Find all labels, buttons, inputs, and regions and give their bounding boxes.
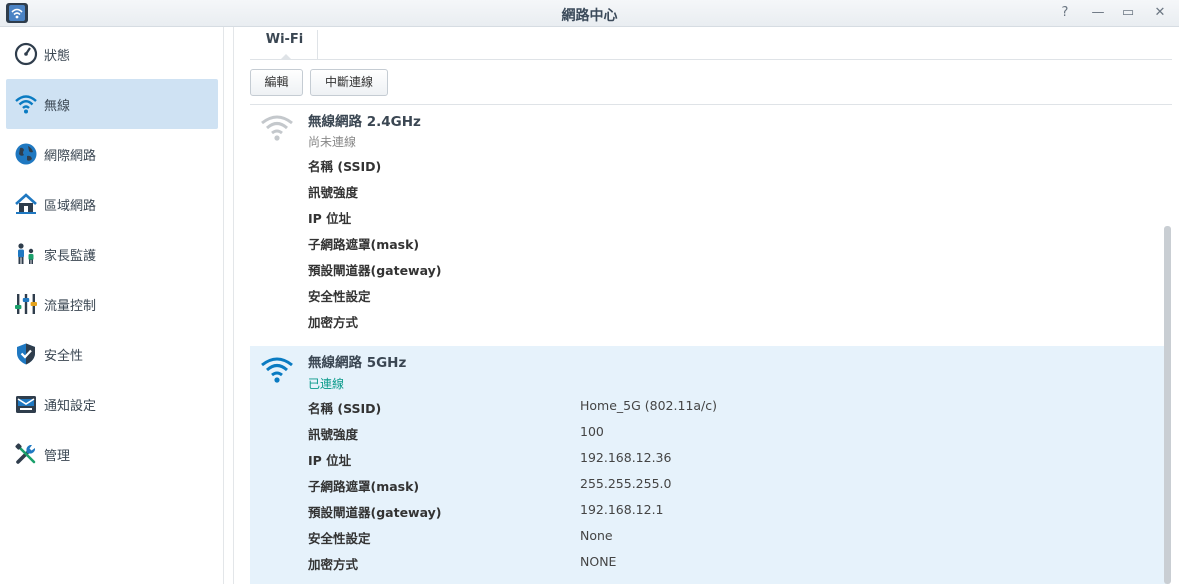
sidebar-item-label: 狀態 [44, 49, 71, 64]
sidebar-item-label: 區域網路 [44, 199, 97, 214]
sidebar-item-notification[interactable]: 通知設定 [6, 379, 218, 429]
sidebar-item-label: 家長監護 [44, 249, 97, 264]
sidebar-item-label: 管理 [44, 449, 71, 464]
sidebar-item-parental-control[interactable]: 家長監護 [6, 229, 218, 279]
row-label-ssid: 名稱 (SSID) [308, 401, 382, 416]
row-label-security: 安全性設定 [308, 531, 371, 546]
window-title: 網路中心 [561, 8, 618, 24]
tab-label: Wi-Fi [265, 32, 304, 47]
row-value-gateway: 192.168.12.1 [580, 502, 664, 517]
tools-icon [15, 443, 36, 464]
wifi-icon [15, 95, 37, 114]
row-label-ip: IP 位址 [308, 211, 352, 226]
network-5g-panel[interactable]: 無線網路 5GHz 已連線 名稱 (SSID) Home_5G (802.11a… [250, 346, 1166, 584]
disconnect-button[interactable]: 中斷連線 [310, 69, 388, 96]
sidebar-item-security[interactable]: 安全性 [6, 329, 218, 379]
row-value-mask: 255.255.255.0 [580, 476, 672, 491]
edit-button[interactable]: 編輯 [250, 69, 303, 96]
mail-icon [16, 396, 36, 413]
vertical-scrollbar[interactable] [1164, 226, 1171, 584]
network-title: 無線網路 2.4GHz [308, 114, 421, 130]
row-label-mask: 子網路遮罩(mask) [308, 479, 420, 494]
row-value-signal: 100 [580, 424, 604, 439]
row-label-ssid: 名稱 (SSID) [308, 159, 382, 174]
sidebar-item-label: 無線 [44, 99, 71, 114]
tab-active-caret [281, 54, 291, 59]
sidebar-item-label: 通知設定 [44, 399, 97, 414]
home-icon [15, 193, 37, 214]
row-label-gateway: 預設閘道器(gateway) [308, 263, 442, 278]
network-title: 無線網路 5GHz [308, 355, 407, 371]
sidebar: 狀態 無線 網際網路 區域網路 家長監護 流量控制 安全性 通知設定 管理 [0, 27, 224, 584]
sidebar-divider [233, 27, 234, 584]
close-button[interactable]: ✕ [1151, 4, 1169, 22]
tab-bar: Wi-Fi [250, 30, 1172, 60]
row-label-mask: 子網路遮罩(mask) [308, 237, 420, 252]
title-bar: 網路中心 ? — ▭ ✕ [0, 0, 1179, 27]
sliders-icon [15, 294, 37, 314]
sidebar-item-local-network[interactable]: 區域網路 [6, 179, 218, 229]
minimize-button[interactable]: — [1089, 4, 1107, 22]
family-icon [18, 243, 34, 264]
row-value-ip: 192.168.12.36 [580, 450, 672, 465]
row-label-gateway: 預設閘道器(gateway) [308, 505, 442, 520]
row-label-signal: 訊號強度 [308, 185, 359, 200]
wifi-disconnected-icon [261, 115, 293, 141]
globe-icon [15, 143, 37, 165]
maximize-button[interactable]: ▭ [1119, 4, 1137, 22]
sidebar-item-label: 網際網路 [44, 149, 97, 164]
shield-icon [17, 343, 35, 365]
tab-wifi[interactable]: Wi-Fi [252, 30, 318, 60]
gauge-icon [14, 42, 38, 66]
row-label-security: 安全性設定 [308, 289, 371, 304]
row-label-encryption: 加密方式 [308, 557, 359, 572]
help-button[interactable]: ? [1056, 4, 1074, 22]
sidebar-item-internet[interactable]: 網際網路 [6, 129, 218, 179]
row-label-encryption: 加密方式 [308, 315, 359, 330]
row-value-encryption: NONE [580, 554, 617, 569]
network-2g-panel[interactable]: 無線網路 2.4GHz 尚未連線 名稱 (SSID) 訊號強度 IP 位址 子網… [250, 105, 1166, 341]
sidebar-item-status[interactable]: 狀態 [6, 29, 218, 79]
row-value-security: None [580, 528, 613, 543]
sidebar-item-wireless[interactable]: 無線 [6, 79, 218, 129]
sidebar-item-label: 安全性 [44, 349, 84, 364]
network-status: 尚未連線 [308, 135, 357, 149]
row-value-ssid: Home_5G (802.11a/c) [580, 398, 718, 413]
row-label-ip: IP 位址 [308, 453, 352, 468]
sidebar-item-traffic-control[interactable]: 流量控制 [6, 279, 218, 329]
network-status: 已連線 [308, 377, 345, 391]
row-label-signal: 訊號強度 [308, 427, 359, 442]
sidebar-item-label: 流量控制 [44, 299, 97, 314]
sidebar-item-management[interactable]: 管理 [6, 429, 218, 479]
wifi-connected-icon [261, 357, 293, 383]
